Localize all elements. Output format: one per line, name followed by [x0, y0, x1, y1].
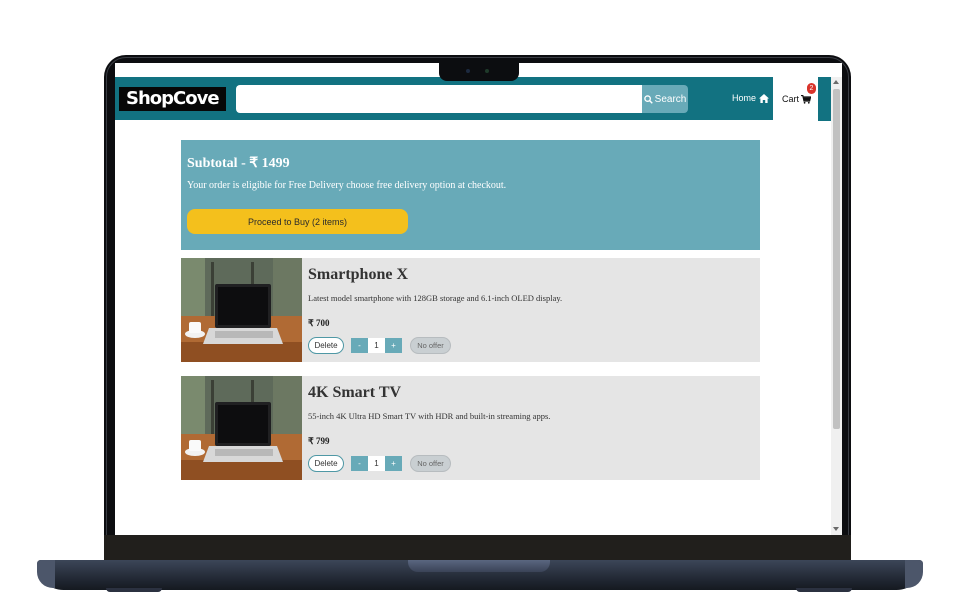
subtotal-label: Subtotal - [187, 156, 250, 171]
laptop-on-desk-photo [181, 258, 302, 362]
camera-sensor [466, 69, 470, 73]
laptop-base-edge [905, 560, 923, 588]
increase-quantity-button[interactable]: + [385, 338, 402, 353]
laptop-screen: ShopCove Search Home Cart 2 Subtotal - ₹… [115, 63, 842, 535]
brand-logo[interactable]: ShopCove [119, 87, 226, 111]
cart-item: Smartphone X Latest model smartphone wit… [181, 258, 760, 362]
page-scrollbar[interactable] [831, 77, 842, 535]
offer-badge: No offer [410, 455, 451, 472]
nav-cart-link[interactable]: Cart 2 [773, 77, 818, 121]
camera-indicator [485, 69, 489, 73]
offer-badge: No offer [410, 337, 451, 354]
search-button-label: Search [654, 93, 687, 105]
laptop-on-desk-photo [181, 376, 302, 480]
delete-button[interactable]: Delete [308, 455, 344, 472]
decrease-quantity-button[interactable]: - [351, 338, 368, 353]
navbar-edge [818, 77, 831, 121]
product-image[interactable] [181, 258, 302, 362]
search-button[interactable]: Search [642, 85, 688, 113]
search-input[interactable] [236, 85, 643, 113]
cart-icon [801, 94, 812, 104]
scrollbar-thumb[interactable] [833, 89, 840, 429]
scroll-up-arrow-icon[interactable] [833, 80, 839, 84]
product-title[interactable]: Smartphone X [308, 266, 408, 284]
laptop-opening-groove [408, 560, 550, 572]
navbar: ShopCove Search Home [115, 77, 821, 120]
product-description: 55-inch 4K Ultra HD Smart TV with HDR an… [308, 411, 551, 421]
nav-home-link[interactable]: Home [732, 93, 770, 103]
quantity-value: 1 [368, 456, 385, 471]
laptop-chin [104, 535, 851, 560]
delete-button[interactable]: Delete [308, 337, 344, 354]
quantity-value: 1 [368, 338, 385, 353]
cart-item: 4K Smart TV 55-inch 4K Ultra HD Smart TV… [181, 376, 760, 480]
laptop-base-edge [37, 560, 55, 588]
quantity-stepper: - 1 + [351, 338, 402, 353]
product-image[interactable] [181, 376, 302, 480]
proceed-to-buy-button[interactable]: Proceed to Buy (2 items) [187, 209, 408, 234]
subtotal-amount: ₹ 1499 [249, 156, 290, 171]
nav-cart-label: Cart [782, 94, 800, 104]
laptop-foot [106, 588, 162, 592]
home-icon [759, 93, 770, 103]
scroll-down-arrow-icon[interactable] [833, 527, 839, 531]
product-price: ₹ 700 [308, 318, 330, 328]
cart-count-badge: 2 [807, 83, 816, 94]
subtotal-heading: Subtotal - ₹ 1499 [187, 155, 290, 172]
subtotal-card: Subtotal - ₹ 1499 Your order is eligible… [181, 140, 760, 250]
nav-home-label: Home [732, 93, 757, 103]
product-description: Latest model smartphone with 128GB stora… [308, 293, 563, 303]
laptop-foot [796, 588, 852, 592]
search-icon [643, 94, 653, 104]
product-title[interactable]: 4K Smart TV [308, 384, 401, 402]
product-price: ₹ 799 [308, 436, 330, 446]
free-delivery-note: Your order is eligible for Free Delivery… [187, 180, 507, 191]
quantity-stepper: - 1 + [351, 456, 402, 471]
increase-quantity-button[interactable]: + [385, 456, 402, 471]
decrease-quantity-button[interactable]: - [351, 456, 368, 471]
camera-notch [439, 62, 519, 81]
